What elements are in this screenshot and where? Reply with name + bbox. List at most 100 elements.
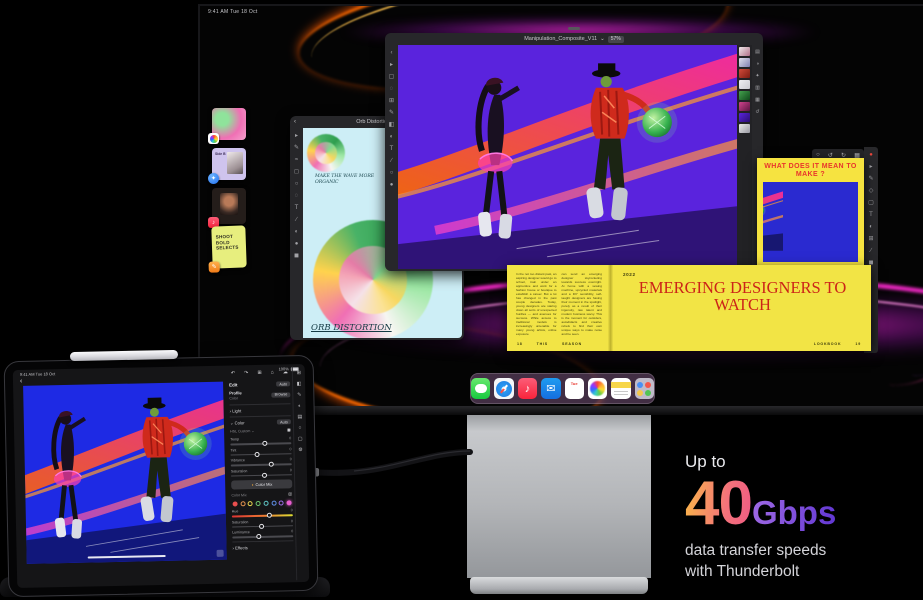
- browse-button[interactable]: Browse: [272, 392, 291, 397]
- target-icon[interactable]: ◎: [288, 491, 292, 497]
- presets-icon[interactable]: ▤: [297, 414, 302, 420]
- red-swatch[interactable]: [233, 501, 238, 506]
- saturation-slider[interactable]: Saturation0: [231, 468, 292, 477]
- node-tool-icon[interactable]: ◇: [867, 186, 876, 195]
- move-tool-icon[interactable]: ▸: [292, 131, 301, 140]
- crop-tool-icon[interactable]: ⊞: [387, 96, 396, 105]
- temp-slider[interactable]: Temp0: [230, 436, 291, 445]
- pen-tool-icon[interactable]: ∕: [387, 156, 396, 165]
- line-tool-icon[interactable]: ∕: [292, 215, 301, 224]
- layer-thumbnail[interactable]: [739, 47, 750, 56]
- lasso-tool-icon[interactable]: ◌: [387, 84, 396, 93]
- hue-slider[interactable]: Hue0: [232, 508, 293, 517]
- dodge-tool-icon[interactable]: ◐: [387, 132, 396, 141]
- fill-tool-icon[interactable]: ◐: [292, 227, 301, 236]
- music-icon[interactable]: ♪: [518, 378, 537, 399]
- versions-icon[interactable]: ⊞: [257, 370, 261, 376]
- stage-manager-notes-window[interactable]: SHOOT BOLD SELECTS ✎: [211, 225, 246, 268]
- share-icon[interactable]: ⌂: [271, 370, 274, 376]
- stage-manager-music-window[interactable]: ♪: [212, 188, 246, 224]
- smudge-tool-icon[interactable]: ≈: [292, 155, 301, 164]
- shape-tool-icon[interactable]: ▢: [867, 198, 876, 207]
- marquee-tool-icon[interactable]: ▢: [387, 72, 396, 81]
- move-tool-icon[interactable]: ▸: [867, 162, 876, 171]
- stroke-swatch-icon[interactable]: ◼: [292, 251, 301, 260]
- app-library-icon[interactable]: [635, 378, 654, 399]
- vibrance-slider[interactable]: Vibrance0: [231, 457, 292, 466]
- shape-tool-icon[interactable]: ○: [292, 179, 301, 188]
- back-icon[interactable]: ‹: [294, 119, 296, 125]
- redo-icon[interactable]: ↷: [244, 370, 248, 376]
- light-section-toggle[interactable]: › Light: [230, 407, 291, 413]
- layer-thumbnail[interactable]: [739, 113, 750, 122]
- zoom-tool-icon[interactable]: ○: [387, 168, 396, 177]
- color-mix-button[interactable]: ◑ Color Mix: [231, 479, 292, 489]
- layer-thumbnail[interactable]: [739, 124, 750, 133]
- layer-thumbnail[interactable]: [739, 80, 750, 89]
- photos-icon[interactable]: [588, 378, 607, 399]
- layers-strip[interactable]: [737, 45, 752, 269]
- orange-swatch[interactable]: [240, 501, 245, 506]
- effects-section-toggle[interactable]: › Effects: [232, 544, 293, 550]
- poster-card[interactable]: WHAT DOES IT MEAN TO MAKE ?: [757, 158, 864, 272]
- geometry-tool-icon[interactable]: ▢: [298, 436, 303, 442]
- green-swatch[interactable]: [256, 501, 261, 506]
- mail-icon[interactable]: ✉: [541, 378, 560, 399]
- magenta-swatch[interactable]: [286, 500, 291, 505]
- layer-thumbnail[interactable]: [739, 58, 750, 67]
- fx-panel-icon[interactable]: ✦: [753, 72, 762, 81]
- clone-tool-icon[interactable]: ◧: [387, 120, 396, 129]
- cloud-sync-icon[interactable]: ☁: [283, 369, 288, 375]
- crop-tool-icon[interactable]: ⊞: [297, 370, 301, 376]
- brush-tool-icon[interactable]: ✎: [387, 108, 396, 117]
- back-icon[interactable]: ‹: [387, 48, 396, 57]
- messages-icon[interactable]: [471, 378, 490, 399]
- photo-canvas[interactable]: [23, 382, 227, 564]
- color-auto-button[interactable]: Auto: [277, 419, 291, 424]
- text-tool-icon[interactable]: T: [867, 210, 876, 219]
- hsl-mode-select[interactable]: Custom: [238, 429, 250, 433]
- layer-thumbnail[interactable]: [739, 69, 750, 78]
- color-swatch-icon[interactable]: ●: [387, 180, 396, 189]
- color-swatch-icon[interactable]: ●: [292, 239, 301, 248]
- composite-canvas[interactable]: [398, 45, 737, 269]
- fill-tool-icon[interactable]: ◐: [867, 222, 876, 231]
- aqua-swatch[interactable]: [263, 501, 268, 506]
- auto-button[interactable]: Auto: [276, 381, 290, 386]
- stage-manager-messages-window[interactable]: Side B ✦: [212, 148, 246, 180]
- stock-panel-icon[interactable]: ▦: [753, 96, 762, 105]
- move-tool-icon[interactable]: ▸: [387, 60, 396, 69]
- text-tool-icon[interactable]: T: [292, 203, 301, 212]
- yellow-swatch[interactable]: [248, 501, 253, 506]
- brush-tool-icon[interactable]: ✎: [297, 392, 301, 398]
- calendar-icon[interactable]: Tue 18: [565, 378, 584, 399]
- vector-tool-icon[interactable]: ∕: [867, 246, 876, 255]
- window-drag-handle[interactable]: [568, 27, 580, 30]
- zoom-level-badge[interactable]: 57%: [608, 36, 624, 43]
- record-dot-icon[interactable]: ●: [867, 150, 876, 159]
- main-window-titlebar[interactable]: Manipulation_Composite_V11 ⌄ 57%: [385, 33, 763, 45]
- settings-icon[interactable]: ⚙: [298, 447, 303, 453]
- pen-tool-icon[interactable]: ✎: [867, 174, 876, 183]
- panel-toolbar[interactable]: ↶ ↷ ⊞ ⌂ ☁: [229, 368, 290, 379]
- before-after-icon[interactable]: [217, 550, 224, 557]
- luminance-slider[interactable]: Luminance0: [232, 529, 293, 538]
- tint-slider[interactable]: Tint0: [230, 447, 291, 456]
- undo-icon[interactable]: ↶: [231, 370, 235, 376]
- lens-tool-icon[interactable]: ○: [298, 425, 301, 431]
- erase-tool-icon[interactable]: ◻: [292, 167, 301, 176]
- text-tool-icon[interactable]: T: [387, 144, 396, 153]
- back-icon[interactable]: ‹: [20, 378, 22, 385]
- orb-tool-rail[interactable]: ▸✎≈◻○◌T∕◐●◼: [290, 128, 303, 340]
- color-mix-swatches[interactable]: [232, 500, 293, 506]
- heal-tool-icon[interactable]: ◧: [297, 381, 302, 387]
- magazine-spread[interactable]: In the not too distant past, an aspiring…: [507, 265, 871, 351]
- stage-manager-photos-window[interactable]: [212, 108, 246, 140]
- layers-panel-icon[interactable]: ▤: [753, 48, 762, 57]
- color-section-toggle[interactable]: ⌄ Color Auto: [230, 419, 291, 425]
- channels-panel-icon[interactable]: ▥: [753, 84, 762, 93]
- history-panel-icon[interactable]: ↺: [753, 108, 762, 117]
- blue-swatch[interactable]: [271, 501, 276, 506]
- masking-tool-icon[interactable]: ◐: [298, 403, 301, 409]
- adjust-panel-icon[interactable]: ◑: [753, 60, 762, 69]
